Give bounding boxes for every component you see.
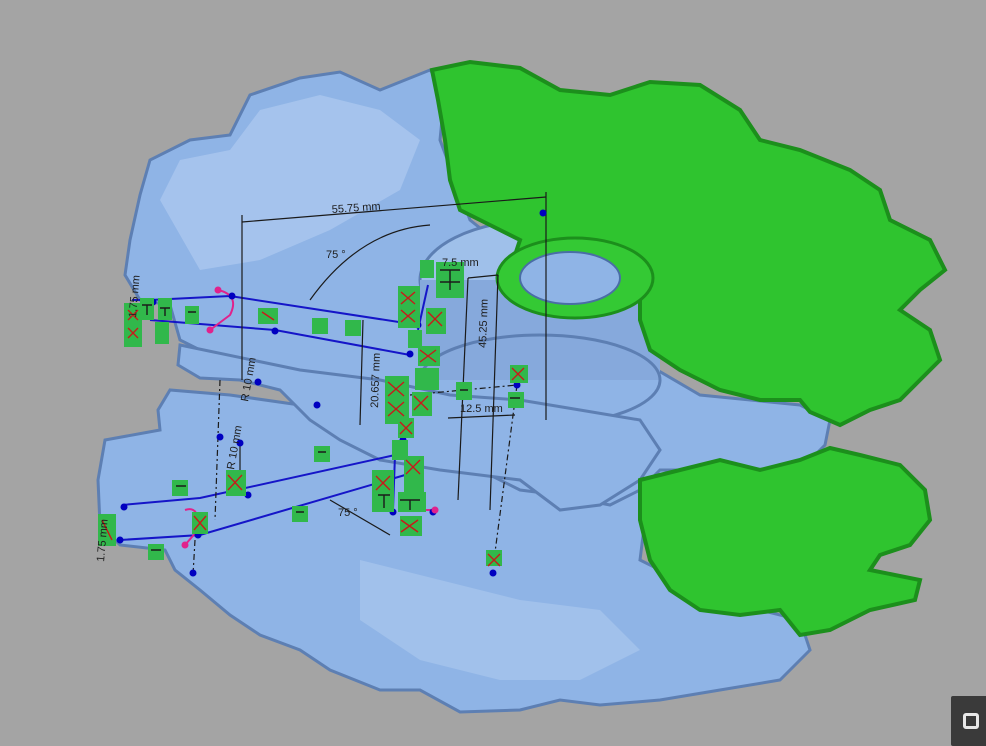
constraint-badge[interactable] [486,550,502,566]
3d-viewport[interactable]: 55.75 mm 75 ° 7.5 mm 45.25 mm 20.657 mm … [0,0,986,746]
sketch-point[interactable] [539,209,547,217]
constraint-badge[interactable] [345,320,361,336]
sketch-point[interactable] [189,569,197,577]
sketch-point[interactable] [313,401,321,409]
sketch-point[interactable] [406,350,414,358]
sketch-point[interactable] [120,503,128,511]
selected-hub-bore [519,251,621,305]
constraint-badge[interactable] [172,480,188,496]
constraint-badge[interactable] [314,446,330,462]
model-scene[interactable]: 55.75 mm 75 ° 7.5 mm 45.25 mm 20.657 mm … [0,0,986,746]
sketch-point[interactable] [489,569,497,577]
constraint-badge[interactable] [292,506,308,522]
dim-angle-top[interactable]: 75 ° [326,249,346,261]
arc-point[interactable] [206,326,214,334]
sketch-point[interactable] [254,378,262,386]
dim-offset-right[interactable]: 12.5 mm [460,403,503,415]
sketch-point[interactable] [116,536,124,544]
constraint-badge[interactable] [312,318,328,334]
constraint-badge[interactable] [372,470,394,512]
sketch-point[interactable] [228,292,236,300]
dim-height-right[interactable]: 45.25 mm [477,299,491,348]
constraint-badge[interactable] [185,306,199,324]
constraint-badge[interactable] [148,544,164,560]
constraint-badge[interactable] [508,392,524,408]
constraint-badge[interactable] [415,368,439,390]
constraint-badge[interactable] [400,516,422,536]
constraint-badge[interactable] [426,308,446,334]
constraint-badge[interactable] [408,330,422,348]
arc-point[interactable] [181,541,189,549]
sketch-point[interactable] [271,327,279,335]
view-toggle-icon [963,713,979,729]
constraint-badge[interactable] [155,322,169,344]
view-toggle-button[interactable] [951,696,986,746]
constraint-badge[interactable] [456,382,472,400]
dim-angle-bottom[interactable]: 75 ° [338,507,358,519]
dim-offset-top[interactable]: 7.5 mm [442,257,479,269]
constraint-badge[interactable] [398,492,426,512]
constraint-badge[interactable] [510,365,528,383]
arc-point[interactable] [431,506,439,514]
dim-thickness-left-bottom[interactable]: 1.75 mm [95,519,111,563]
dim-depth-center[interactable]: 20.657 mm [369,353,383,408]
constraint-badge[interactable] [420,260,434,278]
arc-point[interactable] [214,286,222,294]
sketch-point[interactable] [216,433,224,441]
